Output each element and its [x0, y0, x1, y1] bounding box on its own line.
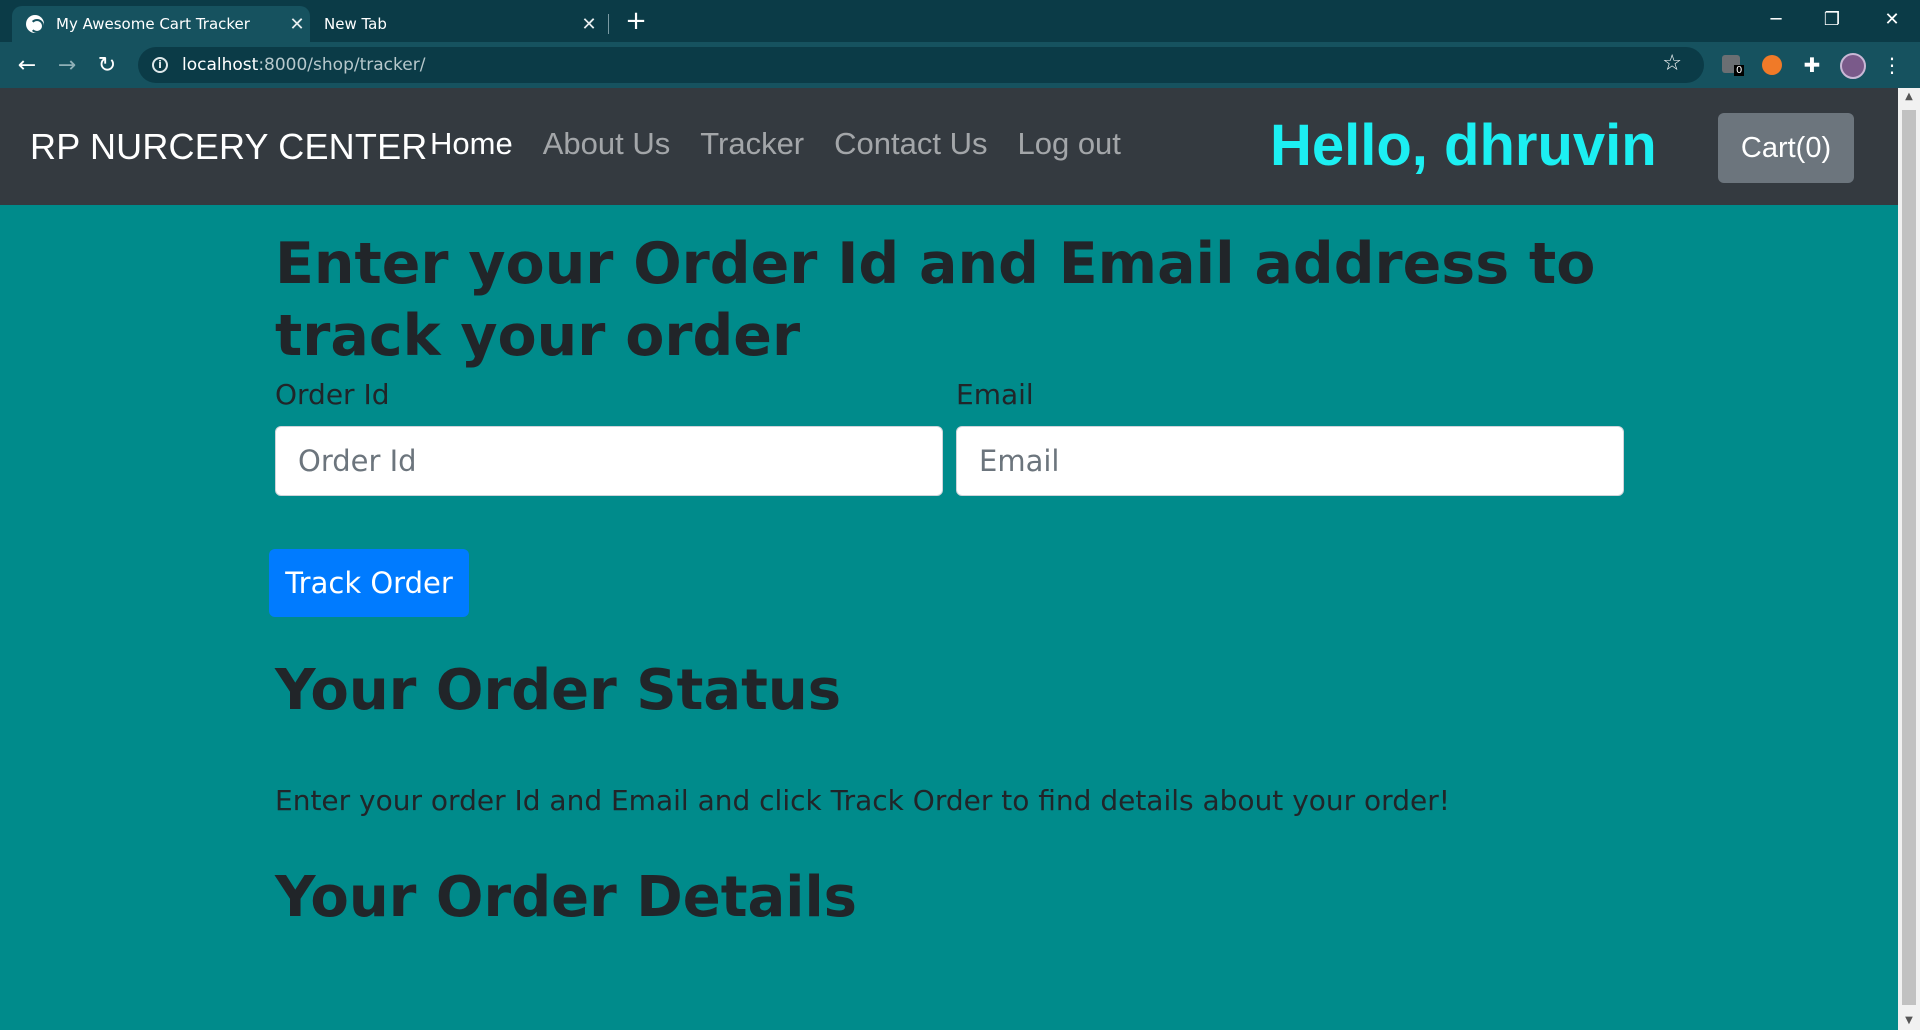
email-label: Email — [956, 378, 1034, 411]
email-group: Email — [956, 378, 1624, 496]
nav-home[interactable]: Home — [430, 126, 513, 162]
nav-about-us[interactable]: About Us — [543, 126, 671, 162]
extension-badge: 0 — [1734, 65, 1745, 76]
order-status-text: Enter your order Id and Email and click … — [275, 784, 1450, 817]
tracker-container: Enter your Order Id and Email address to… — [269, 228, 1635, 930]
scroll-up-icon[interactable]: ▲ — [1898, 88, 1920, 106]
page-title: Enter your Order Id and Email address to… — [275, 231, 1596, 369]
track-order-button[interactable]: Track Order — [269, 549, 469, 617]
close-icon[interactable]: ✕ — [284, 14, 310, 35]
tab-divider — [608, 14, 609, 34]
order-id-input[interactable] — [275, 426, 943, 496]
tab-my-awesome-cart-tracker[interactable]: My Awesome Cart Tracker ✕ — [12, 6, 310, 42]
browser-toolbar: ← → ↻ i localhost:8000/shop/tracker/ ☆ 0… — [0, 42, 1920, 88]
window-close-icon[interactable]: ✕ — [1864, 0, 1920, 38]
tab-new-tab[interactable]: New Tab ✕ — [312, 6, 602, 42]
site-navbar: RP NURCERY CENTER Home About Us Tracker … — [0, 88, 1898, 205]
minimize-icon[interactable]: ─ — [1748, 0, 1804, 38]
page-viewport: RP NURCERY CENTER Home About Us Tracker … — [0, 88, 1898, 1030]
new-tab-button[interactable]: + — [620, 6, 652, 38]
extension-orange-icon[interactable] — [1760, 53, 1784, 77]
order-id-label: Order Id — [275, 378, 390, 411]
order-id-group: Order Id — [275, 378, 943, 496]
avatar[interactable] — [1840, 53, 1866, 79]
restore-icon[interactable]: ❐ — [1804, 0, 1860, 38]
greeting: Hello, dhruvin — [1270, 113, 1657, 178]
nav-tracker[interactable]: Tracker — [700, 126, 804, 162]
reload-icon[interactable]: ↻ — [90, 48, 124, 82]
extension-icon[interactable]: 0 — [1722, 53, 1746, 77]
close-icon[interactable]: ✕ — [576, 14, 602, 35]
back-icon[interactable]: ← — [10, 48, 44, 82]
order-status-heading: Your Order Status — [275, 658, 842, 723]
globe-icon — [26, 15, 44, 33]
url-text[interactable]: localhost:8000/shop/tracker/ — [182, 55, 425, 75]
order-details-heading: Your Order Details — [275, 865, 858, 930]
brand-logo[interactable]: RP NURCERY CENTER — [30, 126, 427, 168]
forward-icon[interactable]: → — [50, 48, 84, 82]
info-icon[interactable]: i — [152, 57, 168, 73]
menu-kebab-icon[interactable]: ⋮ — [1880, 53, 1904, 77]
nav-contact-us[interactable]: Contact Us — [834, 126, 987, 162]
tab-title: New Tab — [324, 15, 387, 33]
scroll-down-icon[interactable]: ▼ — [1898, 1012, 1920, 1030]
address-bar[interactable]: i localhost:8000/shop/tracker/ ☆ — [138, 47, 1704, 83]
tab-title: My Awesome Cart Tracker — [56, 15, 250, 33]
browser-tab-strip: My Awesome Cart Tracker ✕ New Tab ✕ + ─ … — [0, 0, 1920, 42]
page-scrollbar[interactable]: ▲ ▼ — [1898, 88, 1920, 1030]
tracker-form: Order Id Email — [275, 378, 1625, 498]
bookmark-star-icon[interactable]: ☆ — [1662, 51, 1682, 76]
email-input[interactable] — [956, 426, 1624, 496]
nav-log-out[interactable]: Log out — [1017, 126, 1120, 162]
scrollbar-thumb[interactable] — [1902, 110, 1916, 1005]
cart-button[interactable]: Cart(0) — [1718, 113, 1854, 183]
puzzle-icon[interactable]: ✚ — [1800, 53, 1824, 77]
nav-links: Home About Us Tracker Contact Us Log out — [430, 126, 1151, 162]
